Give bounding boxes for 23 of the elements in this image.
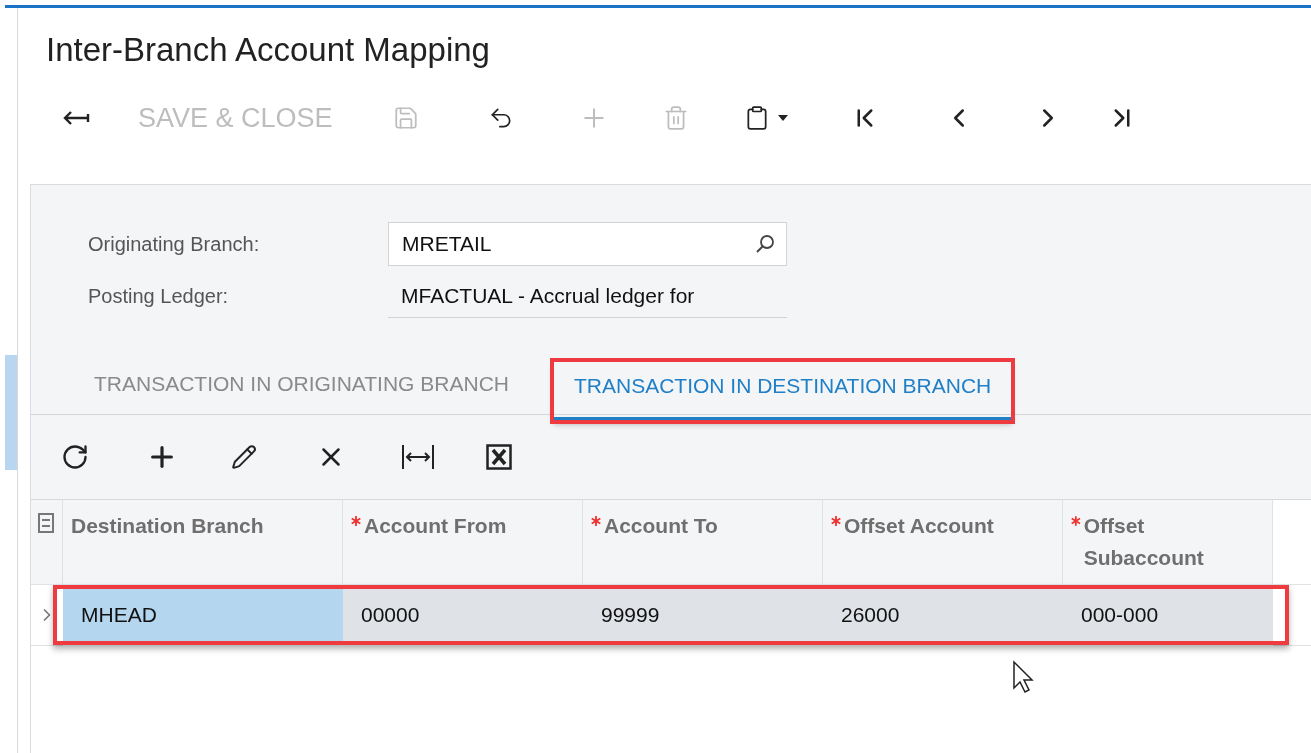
fit-columns-icon [401, 444, 435, 470]
tab[interactable]: TRANSACTION IN ORIGINATING BRANCH [74, 364, 529, 414]
page-title: Inter-Branch Account Mapping [46, 30, 491, 70]
mouse-cursor-icon [1012, 660, 1036, 694]
column-header[interactable]: Offset Account [823, 500, 1063, 585]
column-header[interactable]: Destination Branch [63, 500, 343, 585]
clipboard-icon [744, 105, 770, 131]
back-arrow-icon [62, 109, 92, 127]
column-header[interactable]: Account From [343, 500, 583, 585]
excel-export-icon [486, 444, 512, 470]
readonly-field[interactable]: MFACTUAL - Accrual ledger for [388, 274, 787, 318]
column-settings-icon [37, 512, 55, 534]
field-label: Originating Branch: [88, 232, 261, 256]
column-header[interactable]: Account To [583, 500, 823, 585]
save-icon [393, 105, 419, 131]
column-header[interactable]: Offset Subaccount [1063, 500, 1273, 585]
field-label: Posting Ledger: [88, 284, 230, 308]
edit-icon [231, 444, 257, 470]
caret-icon [778, 115, 788, 121]
search-icon [754, 233, 776, 255]
refresh-icon [61, 443, 89, 471]
delete-icon [663, 105, 689, 131]
lookup-field[interactable]: MRETAIL [388, 222, 787, 266]
